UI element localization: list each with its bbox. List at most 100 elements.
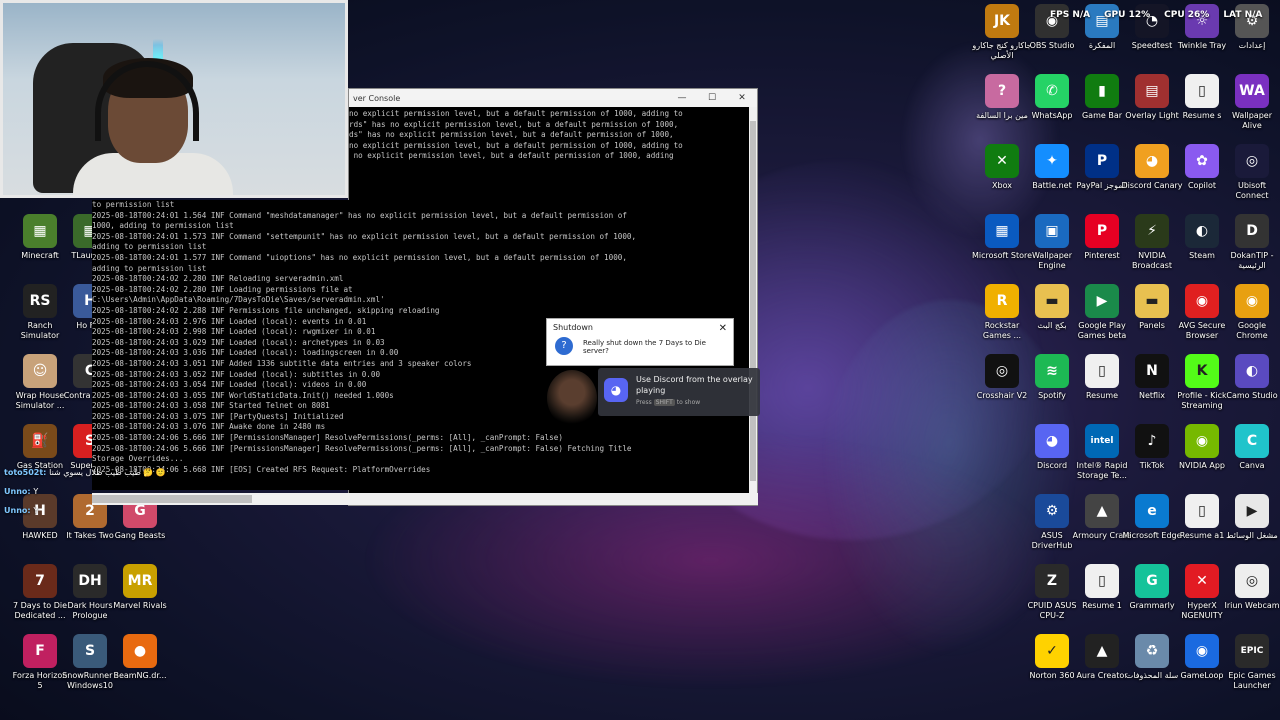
app-icon: DH — [73, 564, 107, 598]
app-icon: ▶ — [1235, 494, 1269, 528]
app-icon: ▯ — [1085, 564, 1119, 598]
maximize-button[interactable]: ☐ — [697, 93, 727, 103]
desktop-icon[interactable]: Z CPUID ASUS CPU-Z — [1026, 564, 1078, 621]
console-line: 2025-08-18T00:24:06 5.666 INF [Permissio… — [92, 443, 632, 453]
desktop-icon[interactable]: ◐ Camo Studio — [1226, 354, 1278, 401]
desktop-icon[interactable]: JK جاكارو كنج جاكارو الأصلي — [972, 4, 1032, 61]
close-button[interactable]: ✕ — [727, 93, 757, 103]
desktop-icon-label: Marvel Rivals — [113, 601, 167, 610]
desktop-icon[interactable]: S SnowRunner - Windows10 — [62, 634, 118, 691]
desktop-icon[interactable]: R Rockstar Games ... — [976, 284, 1028, 341]
desktop-icon-label: Wallpaper Alive — [1231, 111, 1272, 130]
desktop-icon-label: BeamNG.dr... — [113, 671, 167, 680]
desktop-icon[interactable]: DH Dark Hours Prologue — [64, 564, 116, 621]
desktop-icon[interactable]: EPIC Epic Games Launcher — [1226, 634, 1278, 691]
console-line: 2025-08-18T00:24:06 5.666 INF [Permissio… — [92, 433, 563, 443]
wallpaper-shape — [900, 40, 1060, 240]
app-icon: ● — [123, 634, 157, 668]
app-icon: ▦ — [23, 214, 57, 248]
chat-username: toto502t: — [4, 468, 50, 477]
app-icon: P — [1085, 144, 1119, 178]
app-icon: ⛽ — [23, 424, 57, 458]
chat-text: Y — [33, 506, 39, 515]
desktop-icon[interactable]: MR Marvel Rivals — [113, 564, 167, 611]
desktop-icon[interactable]: K Profile - Kick Streaming — [1176, 354, 1228, 411]
console-title: ver Console — [353, 93, 401, 103]
app-icon: ⚙ — [1035, 494, 1069, 528]
desktop-icon[interactable]: ☺ Wrap House Simulator ... — [14, 354, 66, 411]
app-icon: ◉ — [1185, 634, 1219, 668]
app-icon: ◕ — [1035, 424, 1069, 458]
question-icon: ? — [555, 337, 573, 355]
console-output: no explicit permission level, but a defa… — [349, 109, 747, 162]
hint-to: to show — [676, 399, 701, 406]
app-icon: ▶ — [1085, 284, 1119, 318]
app-icon: ◕ — [1135, 144, 1169, 178]
console-titlebar[interactable]: ver Console — ☐ ✕ — [349, 89, 757, 107]
desktop-icon[interactable]: ✕ HyperX NGENUITY — [1176, 564, 1228, 621]
vertical-scrollbar[interactable] — [749, 107, 757, 505]
app-icon: ▮ — [1085, 74, 1119, 108]
console-line: rds" has no explicit permission level, b… — [349, 119, 679, 129]
console-line: 2025-08-18T00:24:01 1.577 INF Command "u… — [92, 252, 627, 262]
webcam-overlay — [0, 0, 348, 198]
desktop-icon[interactable]: intel Intel® Rapid Storage Te... — [1076, 424, 1128, 481]
shutdown-dialog[interactable]: Shutdown ✕ ? Really shut down the 7 Days… — [546, 318, 734, 366]
app-icon: K — [1185, 354, 1219, 388]
console-line: no explicit permission level, but a defa… — [349, 140, 683, 150]
desktop-icon-label: Canva — [1239, 461, 1265, 470]
app-icon: S — [73, 634, 107, 668]
desktop-icon[interactable]: ◉ Google Chrome — [1226, 284, 1278, 341]
desktop-icon[interactable]: WA Wallpaper Alive — [1226, 74, 1278, 131]
app-icon: ◎ — [985, 354, 1019, 388]
chat-message: Unno: Y — [4, 482, 254, 501]
app-icon: ♪ — [1135, 424, 1169, 458]
desktop-icon[interactable]: C Canva — [1226, 424, 1278, 471]
app-icon: ✿ — [1185, 144, 1219, 178]
cpu-readout: CPU 26% — [1164, 10, 1210, 20]
fps-readout: FPS N/A — [1050, 10, 1091, 20]
app-icon: G — [1135, 564, 1169, 598]
desktop-icon[interactable]: ▣ Wallpaper Engine — [1026, 214, 1078, 271]
console-line: no explicit permission level, but a defa… — [349, 151, 674, 161]
app-icon: ✦ — [1035, 144, 1069, 178]
desktop-icon-label: Google Chrome — [1236, 321, 1268, 340]
app-icon: D — [1235, 214, 1269, 248]
console-line: ds" has no explicit permission level, bu… — [349, 130, 674, 140]
dialog-close-button[interactable]: ✕ — [719, 323, 727, 334]
console-line: 2025-08-18T00:24:02 2.288 INF Permission… — [92, 305, 440, 315]
desktop-icon[interactable]: ▶ مشغل الوسائط — [1226, 494, 1278, 541]
app-icon: ✆ — [1035, 74, 1069, 108]
app-icon: ▬ — [1135, 284, 1169, 318]
dialog-question: Really shut down the 7 Days to Die serve… — [583, 339, 706, 355]
app-icon: ✓ — [1035, 634, 1069, 668]
desktop-icon[interactable]: ◎ Ubisoft Connect — [1226, 144, 1278, 201]
scrollbar-thumb[interactable] — [750, 121, 756, 481]
chat-text: طيب طيب طلال يسوي شنا 🤔 🙂 — [49, 468, 166, 477]
toast-hint: Press SHIFT to show — [636, 399, 753, 406]
app-icon: ✕ — [1185, 564, 1219, 598]
console-line: adding to permission list — [92, 242, 207, 252]
console-line: 2025-08-18T00:24:01 1.573 INF Command "s… — [92, 231, 637, 241]
desktop-icon[interactable]: ◎ Iriun Webcam — [1224, 564, 1280, 611]
console-line: 2025-08-18T00:24:03 3.076 INF Awake done… — [92, 422, 326, 432]
app-icon: ▲ — [1085, 634, 1119, 668]
app-icon: F — [23, 634, 57, 668]
app-icon: ▤ — [1135, 74, 1169, 108]
desktop-icon[interactable]: ▶ Google Play Games beta — [1076, 284, 1128, 341]
desktop-icon-label: Gang Beasts — [114, 531, 166, 540]
app-icon: ◐ — [1235, 354, 1269, 388]
chat-username: Unno: — [4, 487, 34, 496]
app-icon: ▲ — [1085, 494, 1119, 528]
minimize-button[interactable]: — — [667, 93, 697, 103]
desktop-icon[interactable]: ⚡ NVIDIA Broadcast — [1126, 214, 1178, 271]
desktop-icon[interactable]: ● BeamNG.dr... — [113, 634, 167, 681]
desktop-icon[interactable]: RS Ranch Simulator — [14, 284, 66, 341]
desktop-icon[interactable]: D DokanTIP - الرئيسية — [1226, 214, 1278, 271]
app-icon: Z — [1035, 564, 1069, 598]
app-icon: ✕ — [985, 144, 1019, 178]
stream-chat-overlay: toto502t: طيب طيب طلال يسوي شنا 🤔 🙂 Unno:… — [4, 463, 254, 520]
discord-icon: ◕ — [604, 378, 628, 402]
desktop-icon[interactable]: ⚙ ASUS DriverHub — [1026, 494, 1078, 551]
discord-overlay-toast[interactable]: ◕ Use Discord from the overlay playing P… — [598, 368, 760, 416]
